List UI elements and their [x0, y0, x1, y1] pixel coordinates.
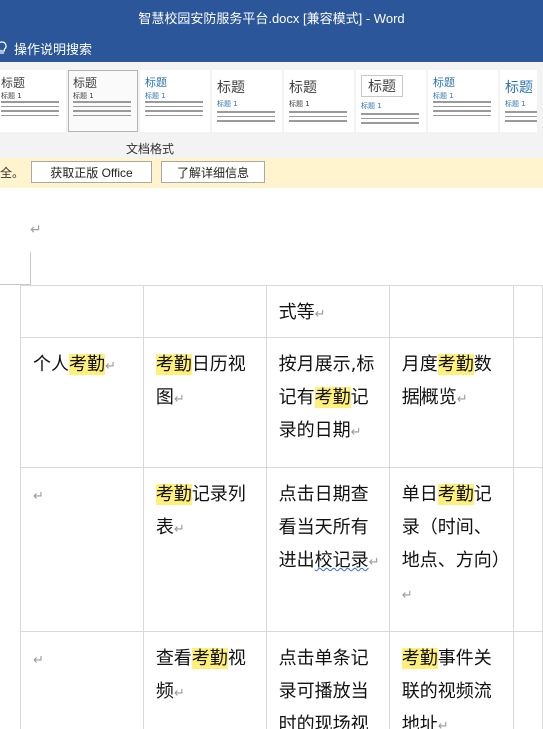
cell-end-mark: ↵: [456, 392, 468, 407]
table-cell[interactable]: 单日考勤记录（时间、地点、方向）↵: [388, 467, 514, 632]
table-cell[interactable]: ↵: [20, 631, 144, 729]
style-tile-heading: 标题: [289, 80, 317, 96]
style-tile-heading: 标题: [361, 75, 403, 97]
table-cell[interactable]: [512, 285, 543, 338]
get-genuine-office-button[interactable]: 获取正版 Office: [31, 161, 152, 183]
table-cell[interactable]: [512, 337, 543, 468]
ribbon-group-label: 文档格式: [125, 142, 174, 156]
style-tile-heading: 标题: [73, 76, 98, 90]
style-tile-preview-lines: [217, 111, 275, 125]
cell-text: 单日: [401, 484, 438, 505]
table-cell[interactable]: 查看考勤视频↵: [142, 631, 267, 729]
styles-gallery: 标题 标题 1 标题 标题 1 标题 标题 1 标题 标题 1 标题 标题 1 …: [0, 70, 543, 134]
table-cell[interactable]: [142, 285, 267, 338]
style-tile-sub: 标题 1: [505, 100, 526, 108]
cell-text: 查看: [155, 648, 192, 669]
cell-end-mark: ↵: [173, 686, 185, 701]
style-tile-heading: 标题: [505, 80, 533, 96]
cell-end-mark: ↵: [33, 489, 44, 504]
highlight-keyword: 考勤: [69, 354, 105, 375]
tell-me-search[interactable]: 操作说明搜索: [0, 38, 92, 58]
style-tile-heading: 标题: [1, 76, 26, 90]
style-tile-sub: 标题 1: [433, 92, 454, 100]
style-tile-preview-lines: [289, 111, 347, 125]
tell-me-label: 操作说明搜索: [14, 42, 93, 58]
style-tile-preview-lines: [145, 101, 203, 119]
cell-end-mark: ↵: [173, 522, 185, 537]
highlight-keyword: 考勤: [401, 648, 438, 669]
highlight-keyword: 考勤: [314, 387, 351, 408]
learn-more-button[interactable]: 了解详细信息: [161, 161, 265, 183]
title-bar: 智慧校园安防服务平台.docx [兼容模式] - Word 操作说明搜索: [0, 0, 543, 62]
style-tile-sub: 标题 1: [73, 92, 94, 100]
style-tile[interactable]: 标题 标题 1: [428, 70, 498, 132]
ribbon: 标题 标题 1 标题 标题 1 标题 标题 1 标题 标题 1 标题 标题 1 …: [0, 62, 543, 159]
cell-end-mark: ↵: [368, 555, 380, 570]
style-tile-sub: 标题 1: [145, 92, 166, 100]
cell-end-mark: ↵: [401, 588, 413, 603]
style-tile-selected[interactable]: 标题 标题 1: [68, 70, 138, 132]
style-tile-heading: 标题: [433, 76, 455, 89]
table-cell[interactable]: [512, 467, 543, 632]
style-tile[interactable]: 标题 标题 1: [140, 70, 210, 132]
cell-end-mark: ↵: [33, 653, 44, 668]
highlight-keyword: 考勤: [191, 648, 228, 669]
table-cell[interactable]: 考勤事件关联的视频流地址↵: [388, 631, 514, 729]
table-cell[interactable]: [20, 285, 144, 338]
table-cell[interactable]: 按月展示,标记有考勤记录的日期↵: [265, 337, 390, 468]
table-row: ↵ 查看考勤视频↵ 点击单条记录可播放当时的现场视 考勤事件关联的视频流地址↵: [20, 631, 543, 729]
style-tile[interactable]: 标题 标题 1: [212, 70, 282, 132]
style-tile-sub: 标题 1: [289, 100, 310, 108]
table-cell[interactable]: 式等↵: [265, 285, 390, 338]
cell-text: 个人: [33, 354, 69, 375]
page-margin-mark: [0, 252, 31, 285]
style-tile[interactable]: 标题 标题 1: [0, 70, 66, 132]
style-tile-preview-lines: [73, 101, 131, 119]
table-row: 式等↵: [20, 285, 543, 338]
message-text: 全。: [0, 166, 25, 180]
message-bar: 全。 获取正版 Office 了解详细信息: [0, 158, 543, 189]
style-tile-heading: 标题: [145, 76, 167, 89]
window-title: 智慧校园安防服务平台.docx [兼容模式] - Word: [138, 11, 405, 26]
table-cell[interactable]: 点击单条记录可播放当时的现场视: [265, 631, 390, 729]
paragraph-mark: ↵: [30, 222, 42, 238]
highlight-keyword: 考勤: [437, 354, 474, 375]
highlight-keyword: 考勤: [437, 484, 474, 505]
style-tile-sub: 标题 1: [217, 100, 238, 108]
lightbulb-icon: [0, 41, 7, 54]
style-tile-preview-lines: [361, 113, 419, 127]
spelling-underline-text: 校记录: [314, 550, 369, 571]
table-row: ↵ 考勤记录列表↵ 点击日期查看当天所有进出校记录↵ 单日考勤记录（时间、地点、…: [20, 467, 543, 632]
cell-text: 月度: [401, 354, 438, 375]
gallery-scroll[interactable]: [537, 70, 543, 132]
table-cell[interactable]: 考勤记录列表↵: [142, 467, 267, 632]
table-row: 个人考勤↵ 考勤日历视图↵ 按月展示,标记有考勤记录的日期↵ 月度考勤数据概览↵: [20, 337, 543, 468]
cell-end-mark: ↵: [173, 392, 185, 407]
document-canvas[interactable]: ↵ 式等↵ 个人考勤↵ 考勤日历视图↵ 按月展示,标记有考勤记录的日期↵ 月度考…: [0, 188, 543, 729]
style-tile-sub: 标题 1: [361, 102, 382, 110]
style-tile[interactable]: 标题 标题 1: [356, 70, 426, 132]
highlight-keyword: 考勤: [155, 484, 192, 505]
style-tile-heading: 标题: [217, 80, 245, 96]
cell-end-mark: ↵: [314, 307, 326, 322]
cell-end-mark: ↵: [105, 359, 116, 374]
cell-end-mark: ↵: [350, 425, 362, 440]
cell-text: 概览: [420, 387, 457, 408]
table-cell[interactable]: 月度考勤数据概览↵: [388, 337, 514, 468]
style-tile-sub: 标题 1: [1, 92, 22, 100]
cell-end-mark: ↵: [437, 719, 449, 729]
style-tile-preview-lines: [1, 101, 59, 119]
table-cell[interactable]: 考勤日历视图↵: [142, 337, 267, 468]
cell-text: 点击单条记录可播放当时的现场视: [278, 648, 369, 729]
table-cell[interactable]: 个人考勤↵: [20, 337, 144, 468]
table-cell[interactable]: 点击日期查看当天所有进出校记录↵: [265, 467, 390, 632]
style-tile-preview-lines: [433, 101, 491, 119]
highlight-keyword: 考勤: [155, 354, 192, 375]
feature-table: 式等↵ 个人考勤↵ 考勤日历视图↵ 按月展示,标记有考勤记录的日期↵ 月度考勤数…: [20, 285, 543, 729]
table-cell[interactable]: [388, 285, 514, 338]
table-cell[interactable]: [512, 631, 543, 729]
cell-text: 式等: [278, 302, 315, 323]
style-tile[interactable]: 标题 标题 1: [284, 70, 354, 132]
table-cell[interactable]: ↵: [20, 467, 144, 632]
